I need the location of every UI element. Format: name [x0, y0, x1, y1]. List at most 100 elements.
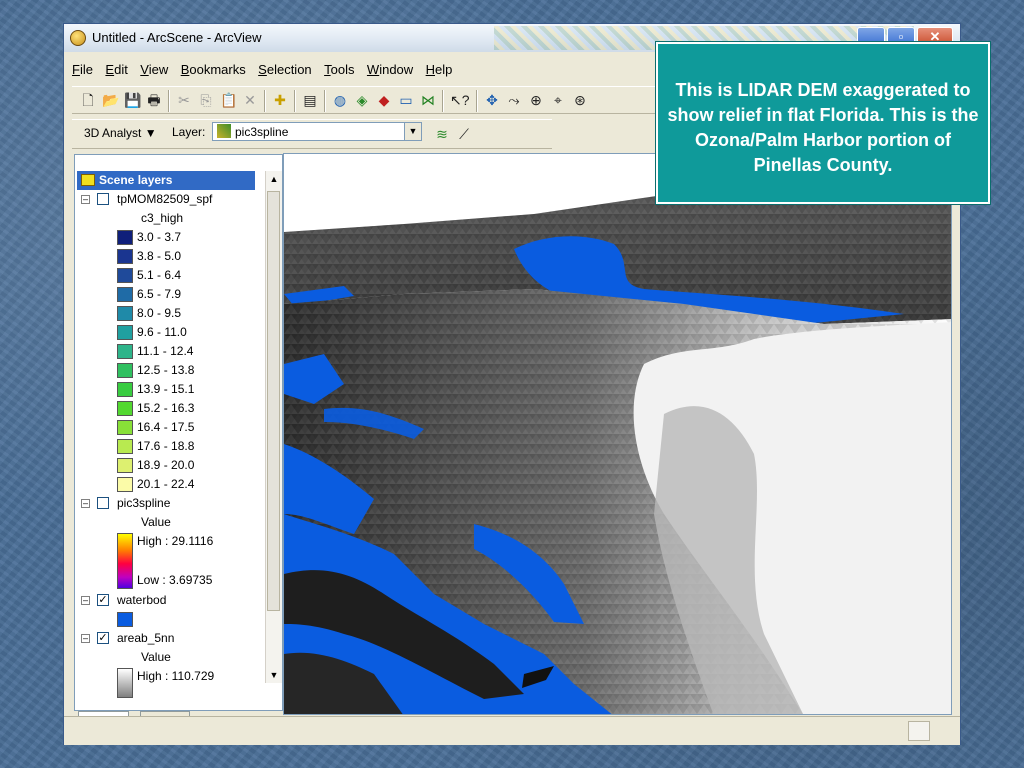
menu-view[interactable]: View: [140, 62, 168, 77]
scene-properties-icon[interactable]: ▤: [302, 92, 318, 108]
contour-icon[interactable]: ≋: [434, 126, 450, 142]
annotation-callout: This is LIDAR DEM exaggerated to show re…: [655, 41, 991, 205]
3d-scene-viewer[interactable]: [283, 153, 952, 715]
menu-help[interactable]: Help: [426, 62, 453, 77]
class-range-label: 20.1 - 22.4: [137, 477, 195, 491]
class-color-swatch: [117, 249, 133, 264]
color-ramp-swatch: [117, 533, 133, 589]
class-color-swatch: [117, 458, 133, 473]
toolbar-separator: [442, 90, 444, 112]
low-value: Low : 3.69735: [137, 573, 213, 587]
navigate-icon[interactable]: ✥: [484, 92, 500, 108]
arcscene-globe-icon: [70, 30, 86, 46]
menu-window[interactable]: Window: [367, 62, 413, 77]
class-color-swatch: [117, 401, 133, 416]
toc-list: Scene layers – tpMOM82509_spf c3_high 3.…: [77, 171, 267, 710]
toolbar-separator: [294, 90, 296, 112]
layer-checkbox-checked[interactable]: ✓: [97, 594, 109, 606]
menu-selection[interactable]: Selection: [258, 62, 311, 77]
layer-icon[interactable]: ◈: [354, 92, 370, 108]
class-range-label: 3.8 - 5.0: [137, 249, 182, 263]
fly-icon[interactable]: ⤳: [506, 92, 522, 108]
menu-file[interactable]: File: [72, 62, 93, 77]
class-color-swatch: [117, 420, 133, 435]
toolbox-icon[interactable]: ◆: [376, 92, 392, 108]
window-icon[interactable]: ▭: [398, 92, 414, 108]
layer-row-pic3spline[interactable]: – pic3spline: [77, 494, 267, 513]
class-range-label: 16.4 - 17.5: [137, 420, 195, 434]
class-color-swatch: [117, 287, 133, 302]
new-document-icon[interactable]: 🗋: [80, 92, 96, 108]
add-data-icon[interactable]: ✚: [272, 92, 288, 108]
toolbar-separator: [324, 90, 326, 112]
class-range-label: 15.2 - 16.3: [137, 401, 195, 415]
lidar-dem-scene: [284, 154, 951, 714]
scene-layers-label: Scene layers: [99, 173, 173, 187]
layer-checkbox-checked[interactable]: ✓: [97, 632, 109, 644]
model-builder-icon[interactable]: ⋈: [420, 92, 436, 108]
status-panel: [908, 721, 930, 741]
steepest-path-icon[interactable]: ⟋: [456, 126, 472, 142]
3d-analyst-menu[interactable]: 3D Analyst ▼: [84, 126, 157, 140]
grayscale-ramp-swatch: [117, 668, 133, 698]
menu-tools[interactable]: Tools: [324, 62, 354, 77]
layer-row-waterbod[interactable]: – ✓ waterbod: [77, 591, 267, 610]
scroll-up-icon[interactable]: ▲: [266, 171, 282, 187]
high-value: High : 29.1116: [137, 534, 214, 548]
class-range-label: 13.9 - 15.1: [137, 382, 195, 396]
paste-icon[interactable]: 📋: [220, 92, 237, 108]
open-folder-icon[interactable]: 📂: [102, 92, 119, 108]
target-icon[interactable]: ⌖: [550, 92, 566, 108]
value-label: Value: [141, 515, 171, 529]
print-icon[interactable]: 🖶: [146, 92, 162, 108]
scroll-thumb[interactable]: [267, 191, 280, 611]
collapse-icon[interactable]: –: [81, 195, 90, 204]
raster-layer-icon: [217, 124, 231, 138]
class-range-label: 12.5 - 13.8: [137, 363, 195, 377]
layer-row-areab[interactable]: – ✓ areab_5nn: [77, 629, 267, 648]
3d-analyst-toolbar: 3D Analyst ▼ Layer: pic3spline ▼ ≋ ⟋: [72, 119, 552, 149]
class-range-label: 8.0 - 9.5: [137, 306, 182, 320]
class-range-label: 6.5 - 7.9: [137, 287, 182, 301]
layer-checkbox[interactable]: [97, 193, 109, 205]
toolbar-separator: [168, 90, 170, 112]
collapse-icon[interactable]: –: [81, 499, 90, 508]
zoom-in-out-icon[interactable]: ⊕: [528, 92, 544, 108]
class-range-label: 17.6 - 18.8: [137, 439, 195, 453]
copy-icon[interactable]: ⎘: [198, 92, 214, 108]
class-range-label: 18.9 - 20.0: [137, 458, 195, 472]
chevron-down-icon[interactable]: ▼: [404, 123, 421, 140]
class-range-label: 3.0 - 3.7: [137, 230, 182, 244]
layer-dropdown[interactable]: pic3spline ▼: [212, 122, 422, 141]
standard-toolbar: 🗋 📂 💾 🖶 ✂ ⎘ 📋 ✕ ✚ ▤ ◍ ◈ ◆ ▭ ⋈ ↖? ✥ ⤳ ⊕ ⌖…: [72, 86, 662, 114]
class-color-swatch: [117, 363, 133, 378]
menu-bookmarks[interactable]: Bookmarks: [181, 62, 246, 77]
class-color-swatch: [117, 439, 133, 454]
class-color-swatch: [117, 268, 133, 283]
class-range-label: 9.6 - 11.0: [137, 325, 187, 339]
scene-layers-root[interactable]: Scene layers: [77, 171, 255, 190]
class-color-swatch: [117, 382, 133, 397]
toolbar-separator: [476, 90, 478, 112]
class-color-swatch: [117, 477, 133, 492]
collapse-icon[interactable]: –: [81, 634, 90, 643]
cut-icon[interactable]: ✂: [176, 92, 192, 108]
delete-icon[interactable]: ✕: [242, 92, 258, 108]
menu-edit[interactable]: Edit: [105, 62, 127, 77]
high-value: High : 110.729: [137, 669, 215, 683]
layer-checkbox[interactable]: [97, 497, 109, 509]
water-swatch: [117, 612, 133, 627]
center-target-icon[interactable]: ⊛: [572, 92, 588, 108]
save-icon[interactable]: 💾: [124, 92, 141, 108]
scroll-down-icon[interactable]: ▼: [266, 667, 282, 683]
layer-name: waterbod: [117, 593, 167, 607]
whats-this-icon[interactable]: ↖?: [450, 92, 470, 108]
class-color-swatch: [117, 325, 133, 340]
toolbar-separator: [264, 90, 266, 112]
collapse-icon[interactable]: –: [81, 596, 90, 605]
status-bar: [64, 716, 960, 745]
globe-icon[interactable]: ◍: [332, 92, 348, 108]
toc-scrollbar[interactable]: ▲ ▼: [265, 171, 282, 683]
layer-row-tpMOM[interactable]: – tpMOM82509_spf: [77, 190, 267, 209]
layer-name: areab_5nn: [117, 631, 175, 645]
